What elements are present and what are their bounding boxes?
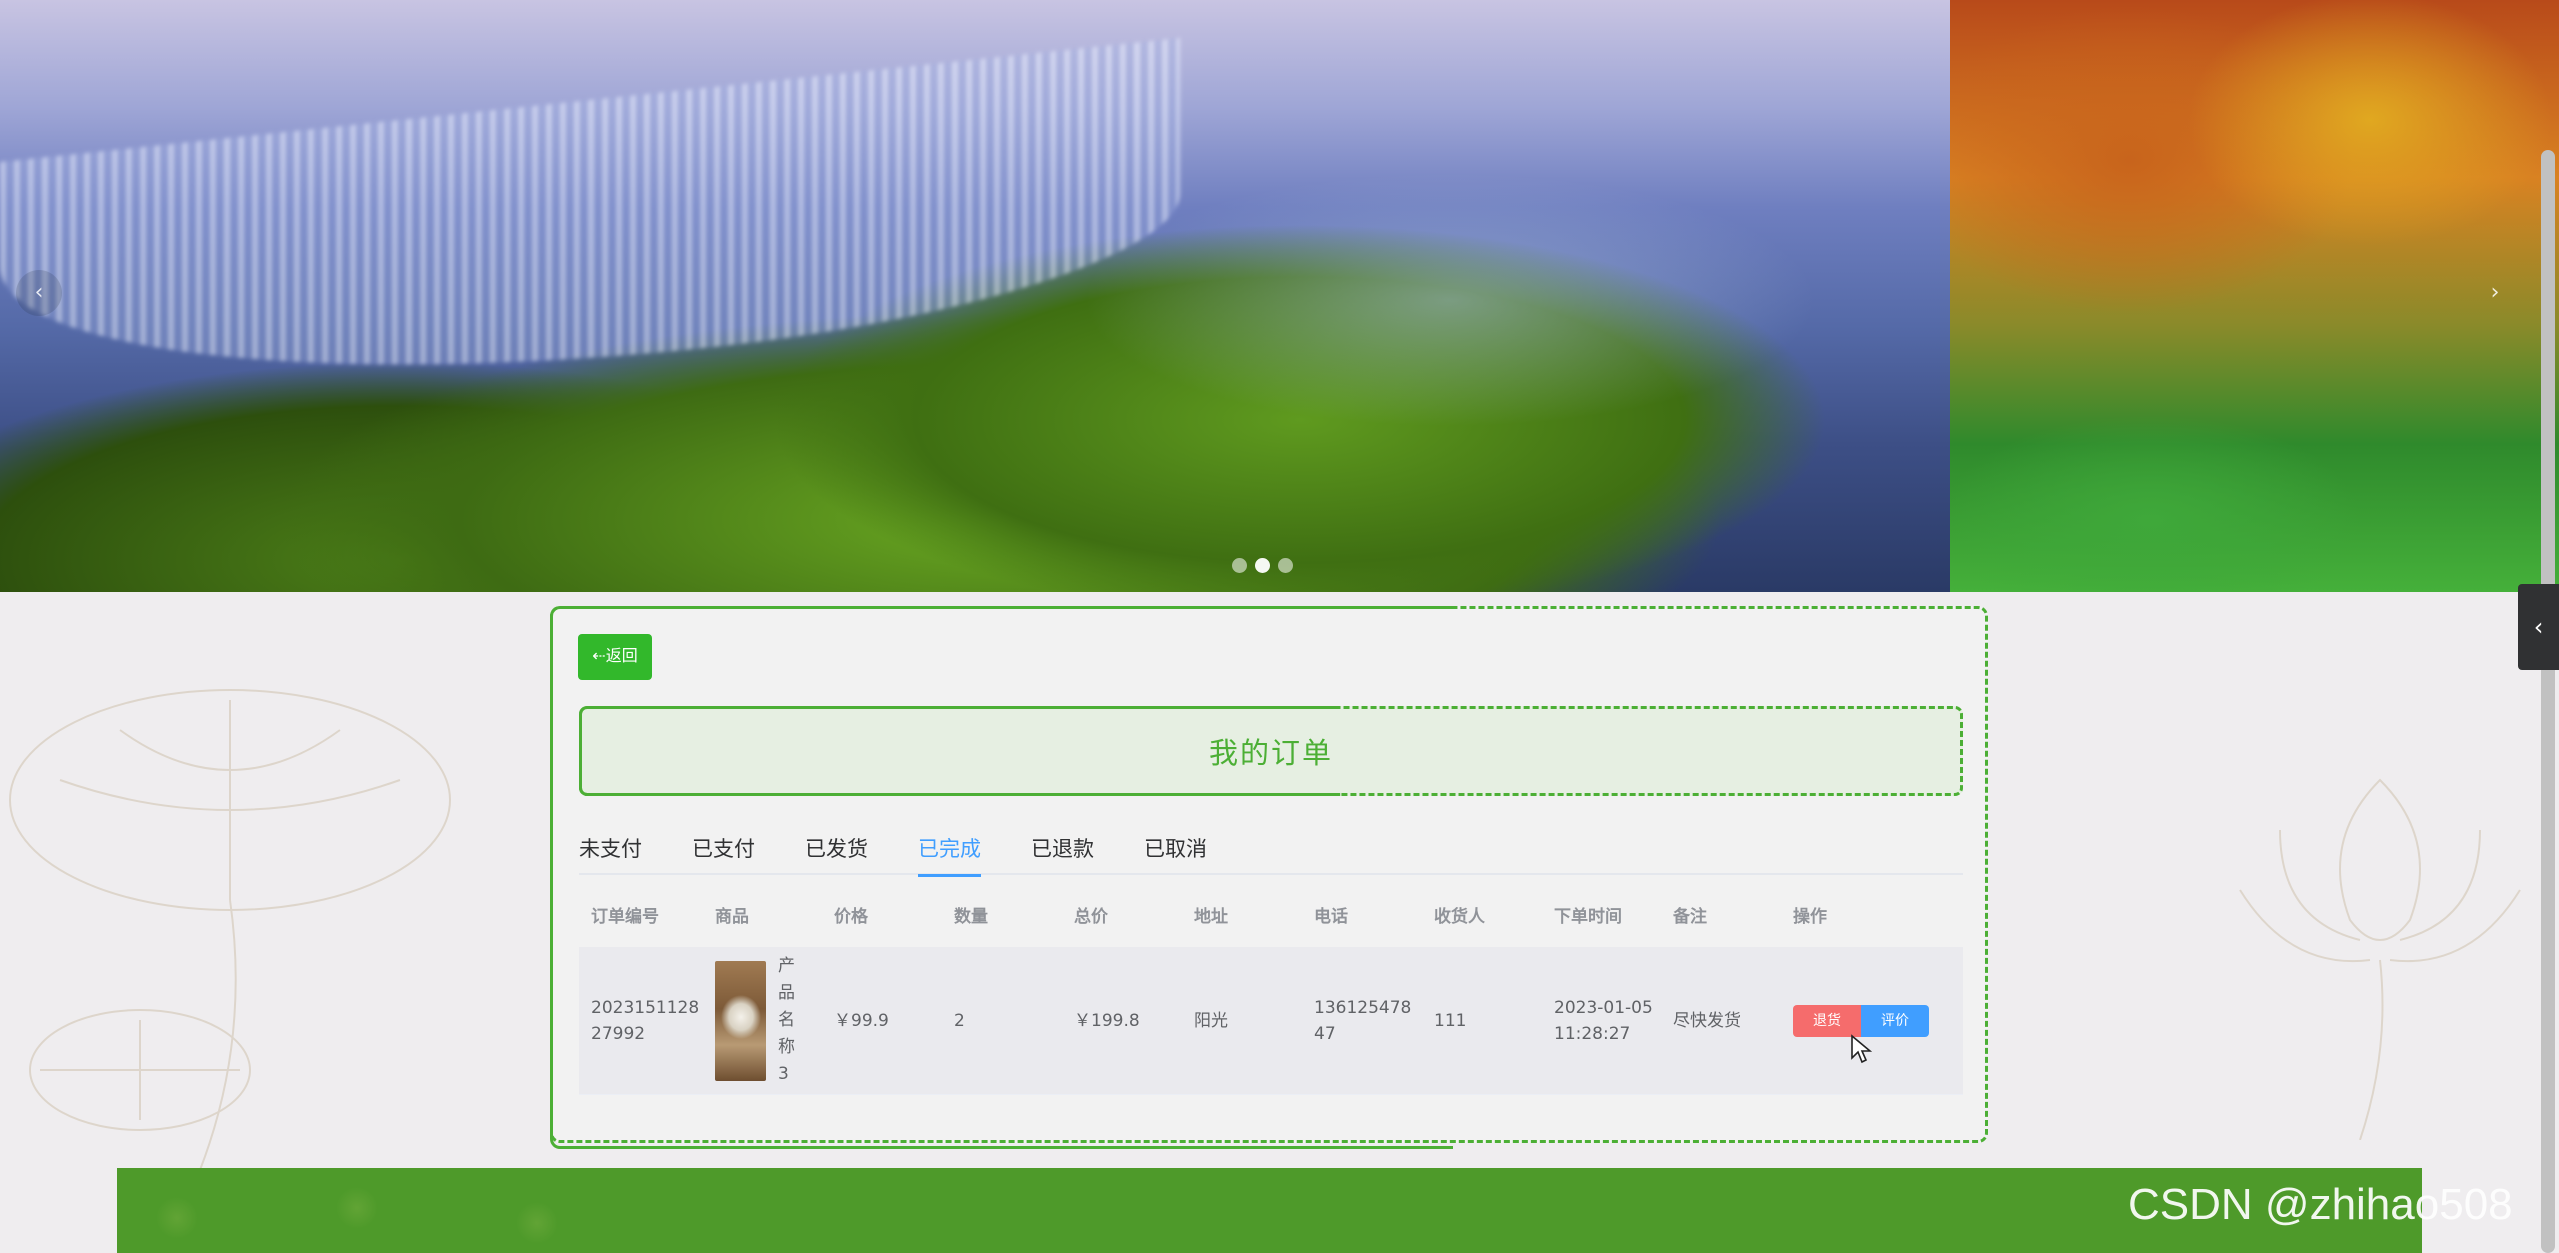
- quantity: 2: [954, 1010, 965, 1031]
- column-header-note: 备注: [1673, 907, 1707, 927]
- orders-table: 订单编号 商品 价格 数量 总价 地址 电话 收货人 下单时间 备注 操作 20…: [579, 887, 1963, 1095]
- price: ￥99.9: [834, 1010, 889, 1031]
- tab-refunded[interactable]: 已退款: [1031, 829, 1094, 875]
- tab-shipped[interactable]: 已发货: [805, 829, 868, 875]
- product-name: 产品名称3: [778, 956, 795, 1084]
- side-panel-toggle[interactable]: ‹: [2518, 584, 2559, 670]
- page-scrollbar[interactable]: [2541, 150, 2555, 1253]
- tab-completed[interactable]: 已完成: [918, 829, 981, 877]
- address: 阳光: [1194, 1010, 1228, 1031]
- receiver: 111: [1434, 1010, 1467, 1031]
- column-header-order-no: 订单编号: [591, 907, 659, 927]
- column-header-price: 价格: [834, 907, 868, 927]
- column-header-product: 商品: [715, 907, 749, 927]
- product-thumbnail[interactable]: [715, 960, 766, 1081]
- back-button[interactable]: ⇠返回: [578, 634, 652, 680]
- column-header-quantity: 数量: [954, 907, 988, 927]
- column-header-total: 总价: [1074, 907, 1108, 927]
- column-header-phone: 电话: [1314, 907, 1348, 927]
- phone: 13612547847: [1314, 997, 1412, 1044]
- product-cell: 产品名称3: [703, 953, 822, 1088]
- order-status-tabs: 未支付 已支付 已发货 已完成 已退款 已取消: [579, 829, 1963, 877]
- note: 尽快发货: [1673, 1010, 1741, 1031]
- total-price: ￥199.8: [1074, 1010, 1140, 1031]
- page-title: 我的订单: [1208, 736, 1333, 770]
- order-panel: ⇠返回 我的订单 未支付 已支付 已发货 已完成 已退款 已取消 订单编号 商品…: [550, 606, 1988, 1149]
- carousel-indicator[interactable]: [1255, 558, 1270, 573]
- column-header-address: 地址: [1194, 907, 1228, 927]
- mouse-cursor-icon: [1851, 1034, 1872, 1064]
- waterfall-graphic: [0, 37, 1180, 423]
- order-number: 202315112827992: [591, 997, 700, 1044]
- footer-band: [117, 1168, 2422, 1253]
- tab-unpaid[interactable]: 未支付: [579, 829, 642, 875]
- column-header-actions: 操作: [1793, 907, 1827, 927]
- review-button[interactable]: 评价: [1861, 1004, 1929, 1037]
- carousel-slide-waterfall: [0, 0, 1950, 592]
- carousel-indicators: [1232, 558, 1293, 573]
- carousel-indicator[interactable]: [1278, 558, 1293, 573]
- table-header-row: 订单编号 商品 价格 数量 总价 地址 电话 收货人 下单时间 备注 操作: [579, 887, 1963, 947]
- column-header-receiver: 收货人: [1434, 907, 1485, 927]
- carousel-slide-autumn-tree: [1950, 0, 2559, 592]
- carousel-indicator[interactable]: [1232, 558, 1247, 573]
- order-time: 2023-01-05 11:28:27: [1554, 997, 1653, 1044]
- lotus-leaf-decoration-left: [9, 689, 451, 1171]
- tab-cancelled[interactable]: 已取消: [1144, 829, 1207, 875]
- watermark-text: CSDN @zhihao508: [2128, 1180, 2513, 1229]
- column-header-order-time: 下单时间: [1554, 907, 1622, 927]
- lotus-flower-decoration-right: [2239, 778, 2521, 1140]
- page-title-box: 我的订单: [579, 706, 1963, 796]
- row-actions: 退货 评价: [1781, 1004, 1943, 1037]
- table-row: 202315112827992 产品名称3 ￥99.9 2 ￥199.8 阳光 …: [579, 947, 1963, 1095]
- tab-paid[interactable]: 已支付: [692, 829, 755, 875]
- carousel-prev-button[interactable]: ‹: [16, 270, 62, 316]
- refund-button[interactable]: 退货: [1793, 1004, 1861, 1037]
- image-carousel[interactable]: ‹ ›: [0, 0, 2559, 592]
- carousel-next-button[interactable]: ›: [2472, 270, 2518, 316]
